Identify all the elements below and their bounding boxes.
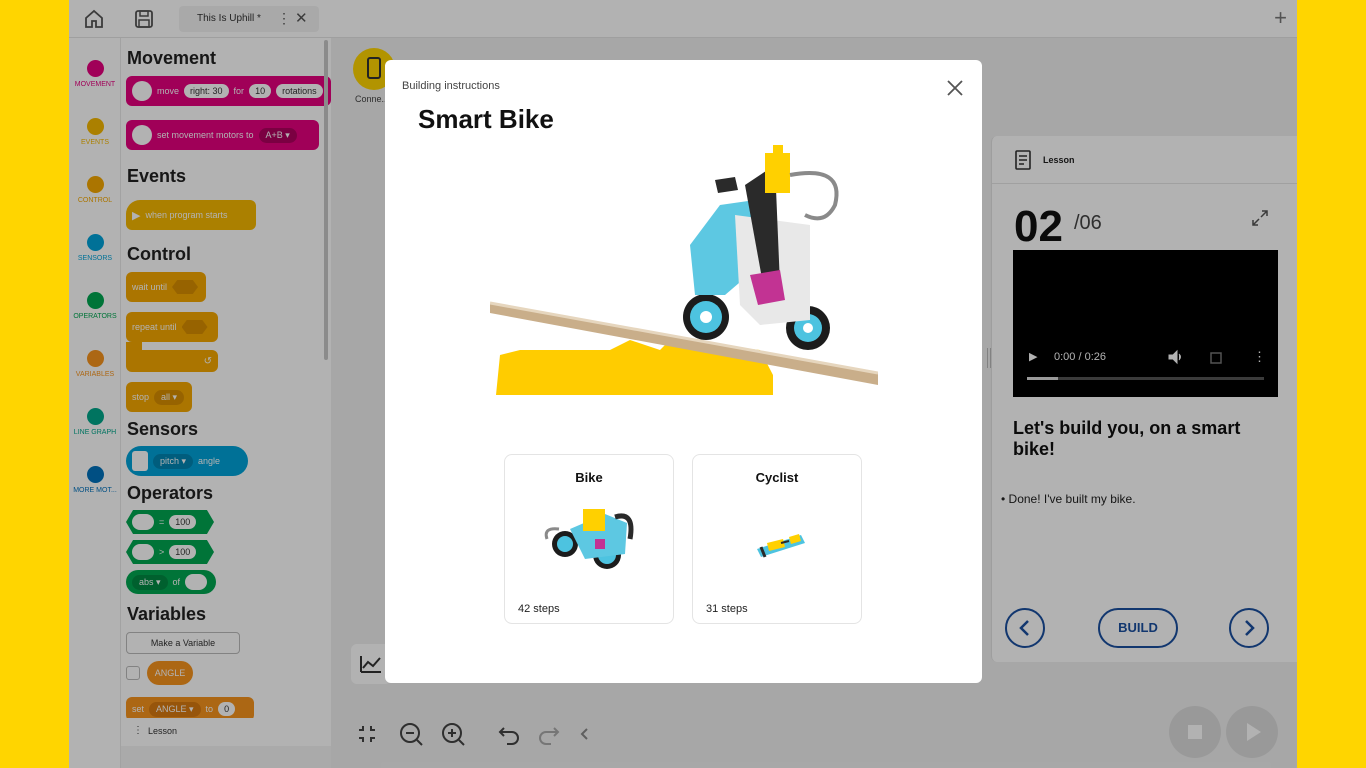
frame-right — [1297, 0, 1366, 768]
dialog-kicker: Building instructions — [402, 80, 500, 92]
model-card-title: Bike — [575, 470, 603, 485]
close-icon[interactable] — [943, 76, 967, 100]
model-card-bike[interactable]: Bike 42 steps — [504, 454, 674, 624]
model-card-steps: 42 steps — [518, 603, 560, 615]
model-card-steps: 31 steps — [706, 603, 748, 615]
model-card-title: Cyclist — [755, 470, 799, 485]
building-instructions-dialog: Building instructions Smart Bike Bike 42… — [385, 60, 982, 683]
dialog-title: Smart Bike — [418, 104, 554, 134]
cyclist-model-image — [757, 534, 805, 558]
model-card-cyclist[interactable]: Cyclist 31 steps — [692, 454, 862, 624]
bike-model-image — [544, 509, 634, 569]
frame-left — [0, 0, 69, 768]
smart-bike-hero-image — [490, 145, 878, 395]
